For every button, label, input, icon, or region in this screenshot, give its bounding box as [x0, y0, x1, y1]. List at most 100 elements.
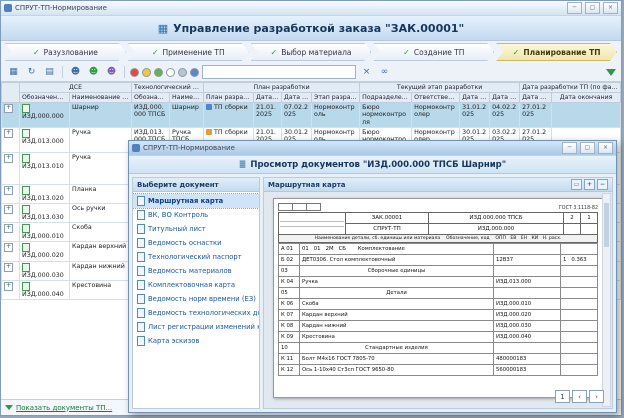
row-name: Стандартные изделия	[300, 343, 494, 354]
grid-view-icon[interactable]: ▦	[6, 65, 21, 80]
user-icon[interactable]: ☻	[68, 65, 83, 80]
row-ref: ИЗД.013.000	[494, 277, 561, 288]
row-ref: ИЗД.000.010	[494, 299, 561, 310]
list-item[interactable]: Маршрутная карта	[133, 194, 259, 208]
table-row[interactable]: + ИЗД.000.000 Шарнир ИЗД.000.000 ТПСБ Ша…	[2, 103, 621, 128]
list-item[interactable]: ВК, ВО Контроль	[133, 208, 259, 222]
workflow-step[interactable]: ✓ Разузлование	[5, 43, 126, 61]
status-white-icon[interactable]	[166, 68, 175, 77]
list-item[interactable]: Карта эскизов	[133, 334, 259, 348]
expand-icon[interactable]: +	[4, 205, 13, 214]
show-tp-documents-link[interactable]: Показать документы ТП...	[5, 404, 112, 412]
refresh-icon[interactable]: ↻	[24, 65, 39, 80]
next-page-icon[interactable]: ›	[589, 390, 604, 403]
prev-page-icon[interactable]: ‹	[572, 390, 587, 403]
document-list-label: Комплектовочная карта	[148, 281, 235, 289]
search-input[interactable]	[202, 65, 356, 79]
maximize-icon[interactable]: ▢	[585, 2, 600, 14]
list-item[interactable]: Титульный лист	[133, 222, 259, 236]
row-name: Кардан верхний	[300, 310, 494, 321]
print-icon[interactable]: ▤	[42, 65, 57, 80]
expand-icon[interactable]: +	[4, 129, 13, 138]
expand-icon[interactable]: +	[4, 224, 13, 233]
close-icon[interactable]: ×	[603, 2, 618, 14]
document-list-label: Технологический паспорт	[148, 253, 242, 261]
document-icon	[22, 129, 30, 138]
col-header[interactable]: Дата начала	[460, 93, 490, 103]
expand-icon[interactable]: +	[4, 243, 13, 252]
expand-icon[interactable]: +	[4, 154, 13, 163]
document-view-icon: ≣	[239, 160, 247, 170]
list-item[interactable]: Ведомость технологических документов	[133, 306, 259, 320]
row-gutter: +	[2, 103, 20, 128]
binoculars-icon[interactable]: ∞	[377, 65, 392, 80]
col-header[interactable]: Дата начала	[520, 93, 552, 103]
grid-header: ДСЕ Технологический процесс План разрабо…	[2, 83, 621, 103]
col-header[interactable]: Обозначение	[132, 93, 170, 103]
document-preview-area[interactable]: ГОСТ 3.1118-82 ЗАК.00001 ИЗД.000.000 ТПС…	[264, 192, 612, 408]
status-yellow-icon[interactable]	[142, 68, 151, 77]
row-gutter: +	[2, 127, 20, 152]
app-icon	[4, 4, 12, 12]
col-header[interactable]: Дата окончания	[282, 93, 312, 103]
check-icon: ✓	[403, 48, 410, 57]
row-extra	[561, 310, 598, 321]
zoom-out-icon[interactable]: −	[597, 179, 608, 190]
expand-icon[interactable]: +	[4, 186, 13, 195]
col-header[interactable]: Дата окончания	[552, 93, 621, 103]
dialog-minimize-icon[interactable]: ─	[562, 142, 577, 154]
filter-funnel-icon[interactable]	[606, 69, 616, 76]
row-name: Болт М4х16 ГОСТ 7805-70	[300, 354, 494, 365]
col-header[interactable]: Дата начала	[254, 93, 282, 103]
workflow-step[interactable]: ✓ Планирование ТП	[496, 43, 617, 61]
list-item[interactable]: Лист регистрации изменений к ТД	[133, 320, 259, 334]
current-page-box[interactable]: 1	[555, 390, 570, 403]
users-icon[interactable]: ☻	[86, 65, 101, 80]
col-header[interactable]: Наименование ДСЕ	[70, 93, 132, 103]
status-gray-icon[interactable]	[178, 68, 187, 77]
dialog-maximize-icon[interactable]: ▢	[580, 142, 595, 154]
toolbar-separator	[124, 66, 125, 78]
dialog-close-icon[interactable]: ×	[598, 142, 613, 154]
cell-dse-name: Кардан нижний	[70, 261, 132, 280]
list-item[interactable]: Ведомость норм времени (ЕЗ)	[133, 292, 259, 306]
expand-icon[interactable]: +	[4, 263, 13, 272]
cell-plan-start: 21.01.2025	[254, 103, 282, 128]
col-header[interactable]: Этап разработки	[312, 93, 360, 103]
col-header[interactable]: Ответственный	[412, 93, 460, 103]
fit-page-icon[interactable]: ▭	[571, 179, 582, 190]
clear-search-icon[interactable]: ×	[359, 65, 374, 80]
list-item[interactable]: Ведомость материалов	[133, 264, 259, 278]
expand-icon[interactable]: +	[4, 282, 13, 291]
col-header[interactable]: План разработки	[204, 93, 254, 103]
dialog-header-title: Просмотр документов "ИЗД.000.000 ТПСБ Ша…	[250, 160, 506, 170]
preview-scrollbar[interactable]	[602, 193, 611, 407]
workflow-step[interactable]: ✓ Создание ТП	[373, 43, 494, 61]
col-header[interactable]: Дата окончания	[490, 93, 520, 103]
workflow-step-label: Выбор материала	[281, 48, 351, 57]
status-blue-icon[interactable]	[190, 68, 199, 77]
status-green-icon[interactable]	[154, 68, 163, 77]
row-code: Б 02	[279, 255, 300, 266]
main-titlebar: СПРУТ-ТП-Нормирование ─ ▢ ×	[1, 1, 621, 16]
expand-icon[interactable]: +	[4, 104, 13, 113]
route-map-row: К 09 Крестовина ИЗД.000.040	[279, 332, 598, 343]
workflow-step[interactable]: ✓ Применение ТП	[128, 43, 249, 61]
status-red-icon[interactable]	[130, 68, 139, 77]
document-icon	[22, 186, 30, 195]
workflow-step[interactable]: ✓ Выбор материала	[251, 43, 372, 61]
document-page-icon	[137, 210, 145, 220]
minimize-icon[interactable]: ─	[567, 2, 582, 14]
assign-user-icon[interactable]: ☻	[104, 65, 119, 80]
list-item[interactable]: Технологический паспорт	[133, 250, 259, 264]
col-header[interactable]: Подразделение	[360, 93, 412, 103]
list-item[interactable]: Ведомость оснастки	[133, 236, 259, 250]
row-name: Сборочные единицы	[300, 266, 494, 277]
zoom-in-icon[interactable]: +	[584, 179, 595, 190]
col-header[interactable]: Обозначение ДСЕ	[20, 93, 70, 103]
col-header[interactable]: Наименование	[170, 93, 204, 103]
list-item[interactable]: Комплектовочная карта	[133, 278, 259, 292]
document-select-pane: Выберите документ Маршрутная карта ВК, В…	[132, 177, 260, 409]
check-icon: ✓	[270, 48, 277, 57]
scrollbar-thumb[interactable]	[604, 203, 609, 247]
